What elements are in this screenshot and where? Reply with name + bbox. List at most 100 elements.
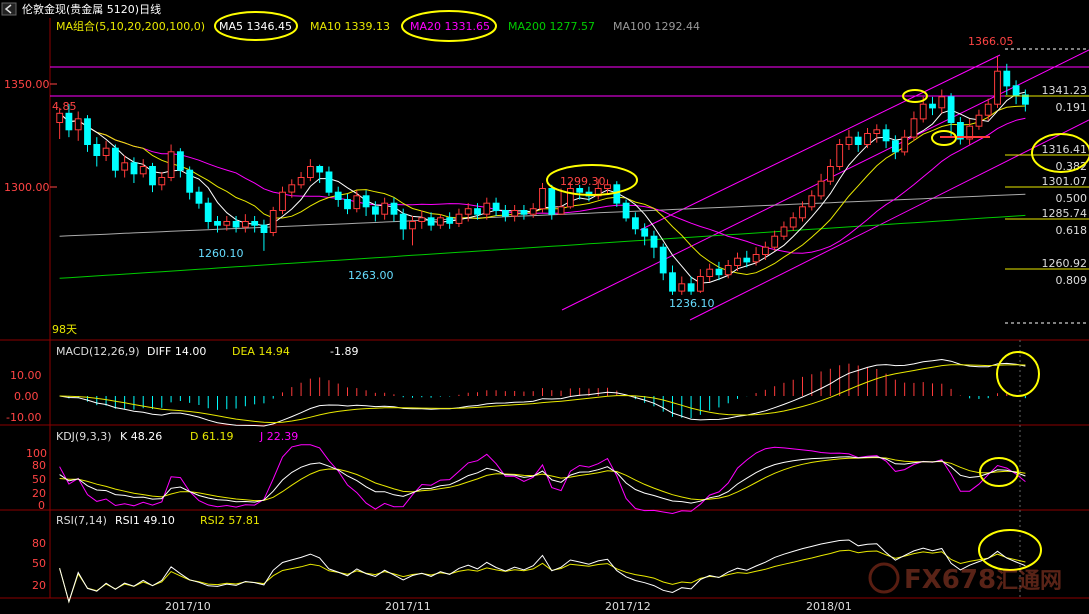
candle-body-30 xyxy=(334,191,342,200)
candle-body-31 xyxy=(344,199,351,210)
candle-body-5 xyxy=(102,147,110,156)
x-axis: 2017/10 2017/11 2017/12 2018/01 xyxy=(165,600,852,613)
candle-body-67 xyxy=(678,283,686,292)
x-label-nov: 2017/11 xyxy=(385,600,431,613)
candle-body-8 xyxy=(130,162,138,175)
rsi-tick-50: 50 xyxy=(32,557,46,570)
candle-body-45 xyxy=(474,208,481,215)
candle-body-62 xyxy=(632,217,639,230)
channel-lower xyxy=(561,49,1089,311)
kdj-k: K 48.26 xyxy=(120,430,162,443)
candle-body-99 xyxy=(975,114,983,127)
macd-diff: DIFF 14.00 xyxy=(147,345,206,358)
candle-body-39 xyxy=(418,217,426,223)
candle-body-32 xyxy=(353,195,361,210)
candle-body-78 xyxy=(780,226,788,237)
ma100-value: MA100 1292.44 xyxy=(613,20,700,33)
candle-body-6 xyxy=(112,147,119,171)
candle-body-35 xyxy=(381,202,389,215)
candle-body-28 xyxy=(316,166,324,173)
candle-body-92 xyxy=(910,118,918,138)
candle-body-51 xyxy=(529,208,537,215)
rsi1-value: RSI1 49.10 xyxy=(115,514,175,527)
left-corner-label: 4.85 xyxy=(52,100,77,113)
y-tick-1300: 1300.00 xyxy=(4,181,50,194)
chart-canvas[interactable]: 伦敦金现(贵金属 5120)日线 MA组合(5,10,20,200,100,0)… xyxy=(0,0,1089,614)
kdj-j-line xyxy=(59,444,1026,515)
kdj-lines xyxy=(59,444,1026,515)
y-tick-1350: 1350.00 xyxy=(4,78,50,91)
watermark-text: FX678 xyxy=(904,565,996,595)
candle-body-36 xyxy=(390,202,398,215)
fib-ratio-2: 0.500 xyxy=(1056,192,1088,205)
candle-body-88 xyxy=(873,129,881,135)
ma5-value: MA5 1346.45 xyxy=(219,20,292,33)
candle-body-93 xyxy=(919,103,927,120)
candle-body-0 xyxy=(56,112,64,124)
candle-body-74 xyxy=(743,257,751,263)
candle-body-13 xyxy=(177,151,184,171)
candle-body-26 xyxy=(297,177,305,186)
candle-body-15 xyxy=(195,191,203,204)
window-title: 伦敦金现(贵金属 5120)日线 xyxy=(22,2,161,16)
title-bar: 伦敦金现(贵金属 5120)日线 xyxy=(1,2,161,16)
candle-body-44 xyxy=(464,208,472,215)
candle-body-14 xyxy=(186,169,194,193)
candle-body-33 xyxy=(362,195,370,208)
candle-body-65 xyxy=(659,246,667,274)
candle-body-80 xyxy=(799,206,806,219)
chart-window: 伦敦金现(贵金属 5120)日线 MA组合(5,10,20,200,100,0)… xyxy=(0,0,1089,614)
candle-body-25 xyxy=(288,184,296,193)
kdj-tick-50: 50 xyxy=(32,473,46,486)
candle-body-24 xyxy=(279,191,286,211)
candle-body-70 xyxy=(706,268,714,278)
ma200-value: MA200 1277.57 xyxy=(508,20,595,33)
rsi-label: RSI(7,14) xyxy=(56,514,107,527)
x-label-dec: 2017/12 xyxy=(605,600,651,613)
candle-body-91 xyxy=(901,136,909,153)
kdj-j: J 22.39 xyxy=(259,430,298,443)
candle-body-1 xyxy=(65,112,73,131)
candle-body-19 xyxy=(232,221,240,228)
macd-tick-neg10: -10.00 xyxy=(6,411,41,424)
fib-ratio-0: 0.191 xyxy=(1056,101,1088,114)
candle-body-17 xyxy=(214,221,221,226)
candle-body-84 xyxy=(836,144,844,167)
candle-body-2 xyxy=(74,118,82,131)
kdj-tick-0: 0 xyxy=(38,499,45,512)
back-arrow-icon[interactable] xyxy=(1,2,17,16)
candle-body-72 xyxy=(724,265,732,276)
macd-tick-0: 0.00 xyxy=(14,390,39,403)
low-b-label: 1263.00 xyxy=(348,269,394,282)
candle-body-56 xyxy=(576,188,584,193)
macd-label: MACD(12,26,9) xyxy=(56,345,140,358)
candle-body-90 xyxy=(892,140,899,153)
candle-body-10 xyxy=(149,166,156,186)
candle-body-103 xyxy=(1012,85,1020,96)
candle-body-82 xyxy=(817,180,825,197)
candle-body-83 xyxy=(827,166,834,182)
candle-body-63 xyxy=(641,228,649,237)
candle-body-22 xyxy=(260,224,268,233)
fib-ratio-3: 0.618 xyxy=(1056,224,1088,237)
candle-body-16 xyxy=(204,202,212,222)
candle-body-18 xyxy=(223,221,231,226)
rsi-highlight-circle xyxy=(978,529,1042,571)
kdj-d-line xyxy=(59,456,1026,502)
candle-body-95 xyxy=(938,96,946,109)
candle-body-61 xyxy=(622,202,630,219)
candle-body-29 xyxy=(325,171,333,193)
candle-body-64 xyxy=(650,235,658,248)
fib-price-1: 1316.41 xyxy=(1042,143,1088,156)
kdj-k-line xyxy=(59,456,1026,504)
fib-ratio-4: 0.809 xyxy=(1056,274,1088,287)
candle-body-12 xyxy=(167,151,175,179)
candle-body-73 xyxy=(734,257,741,267)
candle-body-3 xyxy=(84,118,91,146)
macd-highlight-circle xyxy=(996,351,1040,397)
candle-body-75 xyxy=(752,254,760,263)
candle-body-4 xyxy=(93,144,101,156)
candle-body-52 xyxy=(539,188,546,210)
candle-body-9 xyxy=(139,166,147,175)
macd-panel: MACD(12,26,9) DIFF 14.00 DEA 14.94 -1.89… xyxy=(6,345,1040,427)
